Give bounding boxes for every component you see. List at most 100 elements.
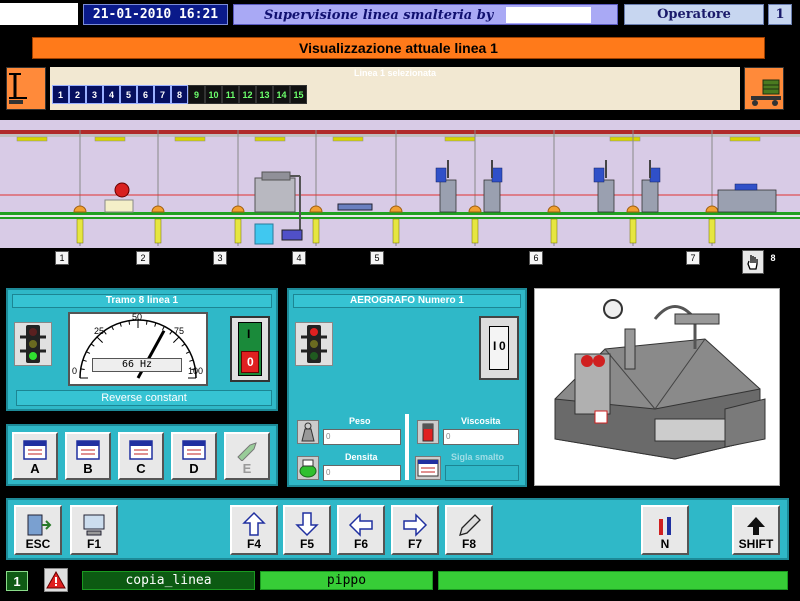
enamel-code-icon — [415, 456, 441, 480]
spray-gun-icon — [237, 442, 257, 461]
gauge-tick-mark — [145, 320, 148, 325]
aerografo-switch-on: I — [493, 339, 497, 353]
control-button-label: D — [189, 461, 199, 476]
f1-label: F1 — [86, 537, 101, 551]
viscosita-field[interactable]: 0 — [443, 429, 519, 445]
line-start-icon[interactable] — [6, 67, 46, 110]
line-button-7[interactable]: 7 — [154, 85, 171, 104]
gauge-tick-mark — [173, 336, 180, 343]
gauge-tick-mark — [169, 330, 173, 335]
control-button-label: A — [30, 461, 40, 476]
gauge-tick-mark — [189, 359, 194, 362]
field-divider — [405, 414, 409, 480]
f4-label: F4 — [246, 537, 261, 551]
machine-photo — [534, 288, 780, 486]
shift-arrow-icon — [747, 517, 765, 535]
aerografo-panel-title: AEROGRAFO Numero 1 — [293, 294, 521, 308]
line-button-1[interactable]: 1 — [52, 85, 69, 104]
station-label-5: 5 — [370, 251, 384, 265]
line-button-13[interactable]: 13 — [256, 85, 273, 104]
table-grid-icon — [182, 440, 206, 460]
line-button-12[interactable]: 12 — [239, 85, 256, 104]
frequency-gauge: 0 25 50 75 100 66 Hz — [68, 312, 208, 386]
f4-button[interactable]: F4 — [230, 505, 278, 555]
aerografo-panel: AEROGRAFO Numero 1 I 0 Peso 0 Viscosita … — [287, 288, 527, 487]
traffic-light-icon — [14, 322, 52, 366]
gauge-tick-75: 75 — [174, 326, 185, 336]
reverse-status: Reverse constant — [16, 390, 272, 406]
arrow-right-icon — [403, 513, 428, 537]
gauge-tick-mark — [82, 359, 87, 362]
line-button-4[interactable]: 4 — [103, 85, 120, 104]
control-button-d[interactable]: D — [171, 432, 217, 480]
sigla-smalto-label: Sigla smalto — [451, 452, 505, 462]
line-button-5[interactable]: 5 — [120, 85, 137, 104]
aerografo-traffic-light-icon — [295, 322, 333, 366]
f7-button[interactable]: F7 — [391, 505, 439, 555]
f7-label: F7 — [407, 537, 422, 551]
operator-number: 1 — [768, 4, 792, 25]
line-button-15[interactable]: 15 — [290, 85, 307, 104]
gauge-tick-mark — [80, 368, 85, 371]
f5-label: F5 — [299, 537, 314, 551]
control-button-label: B — [83, 461, 93, 476]
arrow-up-icon — [242, 511, 266, 536]
gauge-tick-mark — [162, 326, 165, 331]
control-button-b[interactable]: B — [65, 432, 111, 480]
densita-field[interactable]: 0 — [323, 465, 401, 481]
weight-icon — [297, 420, 319, 444]
n-button[interactable]: N — [641, 505, 689, 555]
line-button-9[interactable]: 9 — [188, 85, 205, 104]
shift-button[interactable]: SHIFT — [732, 505, 780, 555]
operator-label[interactable]: Operatore — [624, 4, 764, 25]
table-grid-icon — [23, 440, 47, 460]
hand-pointer-icon[interactable] — [742, 250, 764, 274]
station-label-1: 1 — [55, 251, 69, 265]
power-switch[interactable]: I 0 — [230, 316, 270, 382]
line-button-8[interactable]: 8 — [171, 85, 188, 104]
company-logo-area — [506, 7, 591, 23]
station-label-6: 6 — [529, 251, 543, 265]
line-button-2[interactable]: 2 — [69, 85, 86, 104]
line-button-3[interactable]: 3 — [86, 85, 103, 104]
f6-button[interactable]: F6 — [337, 505, 385, 555]
gauge-tick-mark — [103, 330, 107, 335]
status-field-user: pippo — [260, 571, 433, 590]
gauge-tick-mark — [119, 322, 122, 327]
aerografo-switch[interactable]: I 0 — [479, 316, 519, 380]
gauge-tick-25: 25 — [94, 326, 105, 336]
line-button-14[interactable]: 14 — [273, 85, 290, 104]
gauge-tick-mark — [181, 343, 186, 347]
f5-button[interactable]: F5 — [283, 505, 331, 555]
station-label-2: 2 — [136, 251, 150, 265]
gauge-tick-0: 0 — [72, 366, 78, 376]
densita-label: Densita — [345, 452, 378, 462]
line-button-11[interactable]: 11 — [222, 85, 239, 104]
sigla-smalto-field[interactable] — [445, 465, 519, 481]
gauge-tick-100: 100 — [188, 366, 204, 376]
control-button-a[interactable]: A — [12, 432, 58, 480]
line-end-icon[interactable] — [744, 67, 784, 110]
station-label-4: 4 — [292, 251, 306, 265]
peso-label: Peso — [349, 416, 371, 426]
f1-button[interactable]: F1 — [70, 505, 118, 555]
peso-field[interactable]: 0 — [323, 429, 401, 445]
f8-button[interactable]: F8 — [445, 505, 493, 555]
warning-icon[interactable] — [44, 568, 68, 592]
control-button-c[interactable]: C — [118, 432, 164, 480]
gauge-tick-mark — [111, 326, 114, 331]
aerografo-switch-off: 0 — [499, 339, 506, 353]
tramo-panel: Tramo 8 linea 1 0 25 50 75 100 66 Hz I 0… — [6, 288, 278, 411]
control-button-e[interactable]: E — [224, 432, 270, 480]
line-button-6[interactable]: 6 — [137, 85, 154, 104]
arrow-left-icon — [348, 513, 373, 537]
status-number: 1 — [6, 571, 28, 591]
supervision-title: Supervisione linea smalteria by — [264, 8, 494, 23]
esc-button[interactable]: ESC — [14, 505, 62, 555]
line-button-10[interactable]: 10 — [205, 85, 222, 104]
line-selector-panel: Linea 1 selezionata 1 2 3 4 5 6 7 8 9 10 11 12 13 14 1… — [50, 67, 740, 110]
status-field-mode: copia_linea — [82, 571, 255, 590]
station-label-7: 7 — [686, 251, 700, 265]
tramo-panel-title: Tramo 8 linea 1 — [12, 294, 272, 308]
line-buttons: 1 2 3 4 5 6 7 8 9 10 11 12 13 14 15 — [52, 85, 307, 104]
